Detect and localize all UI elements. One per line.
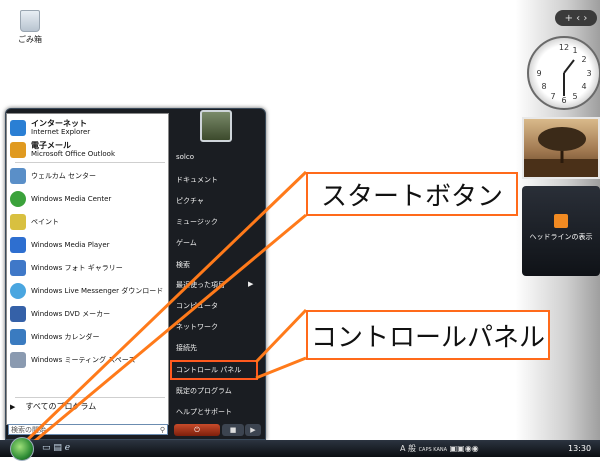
callout-line	[29, 213, 307, 447]
quick-launch[interactable]: ▭ ▤ ℯ	[42, 443, 70, 453]
tray-icons[interactable]: ▣▣◉◉	[450, 444, 479, 453]
ie-icon[interactable]: ℯ	[65, 443, 70, 453]
control-panel-callout: コントロールパネル	[306, 310, 550, 360]
taskbar	[0, 440, 600, 457]
start-button[interactable]	[10, 437, 34, 461]
callout-line	[20, 170, 308, 447]
taskbar-clock[interactable]: 13:30	[568, 444, 591, 453]
show-desktop-icon[interactable]: ▭	[42, 443, 51, 453]
callout-lines	[20, 170, 308, 447]
ime-indicator[interactable]: A 般	[400, 444, 416, 453]
caps-indicator: CAPS KANA	[418, 447, 448, 453]
system-tray[interactable]: A 般 CAPS KANA ▣▣◉◉	[400, 443, 479, 454]
callout-line	[255, 356, 307, 380]
switch-windows-icon[interactable]: ▤	[53, 443, 62, 453]
start-button-callout: スタートボタン	[306, 172, 518, 216]
callout-line	[254, 308, 308, 364]
